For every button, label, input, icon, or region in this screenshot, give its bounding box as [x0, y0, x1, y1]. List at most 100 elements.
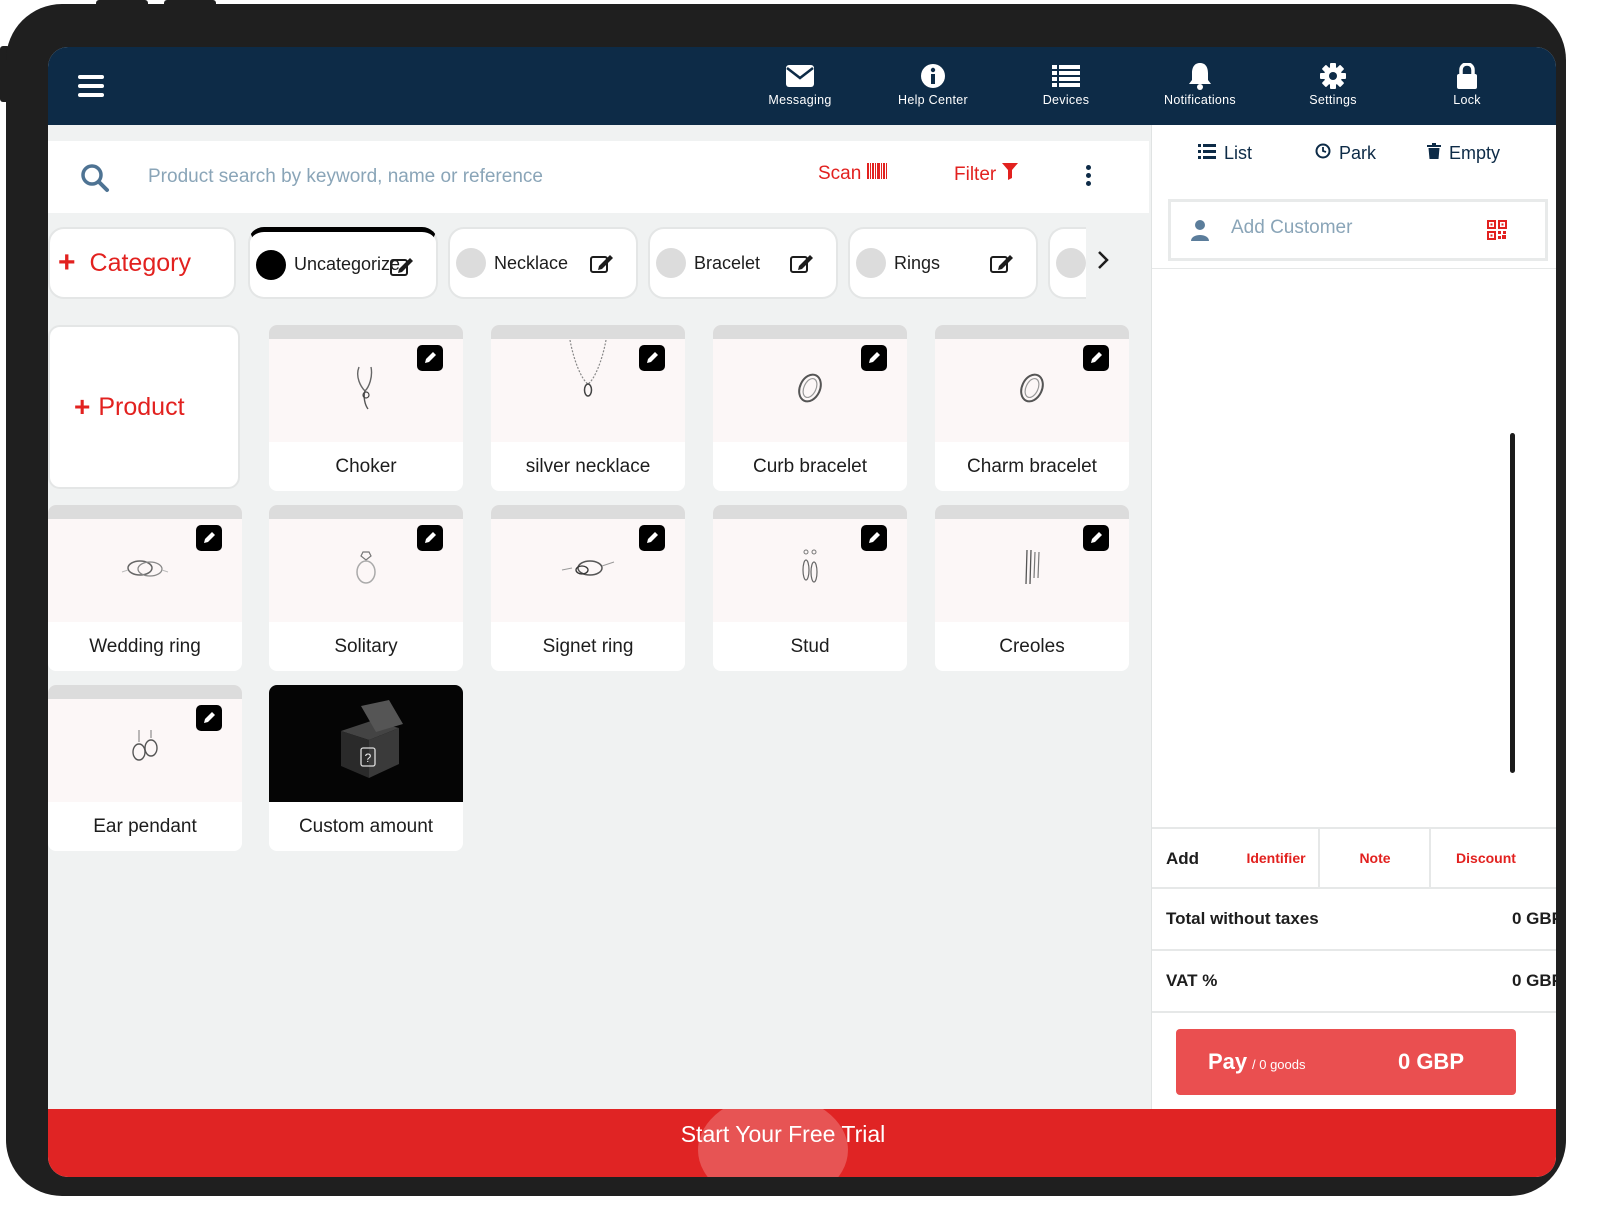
product-image — [713, 505, 907, 622]
nav-label: Lock — [1453, 93, 1481, 107]
add-customer-field[interactable]: Add Customer — [1168, 199, 1548, 261]
category-chip-bracelet[interactable]: Bracelet — [648, 227, 838, 299]
edit-product-icon[interactable] — [1083, 525, 1109, 551]
edit-product-icon[interactable] — [417, 345, 443, 371]
choker-icon — [351, 363, 381, 418]
cart-panel: List Park Empty Add Customer Add Identif… — [1151, 125, 1556, 1141]
edit-icon[interactable] — [990, 253, 1014, 278]
list-label: List — [1224, 143, 1253, 163]
edit-icon[interactable] — [590, 253, 614, 278]
edit-product-icon[interactable] — [1083, 345, 1109, 371]
category-color-dot — [256, 249, 286, 280]
add-category-button[interactable]: + Category — [48, 227, 236, 299]
search-input[interactable] — [148, 159, 768, 195]
search-icon[interactable] — [80, 163, 110, 198]
tablet-frame: Messaging Help Center Devices Notificati… — [6, 4, 1566, 1196]
edit-product-icon[interactable] — [196, 525, 222, 551]
category-color-dot — [456, 248, 486, 278]
user-icon — [1191, 219, 1209, 246]
product-name: Solitary — [334, 636, 398, 657]
ring-icon — [120, 556, 170, 585]
discount-button[interactable]: Discount — [1431, 829, 1541, 887]
edit-product-icon[interactable] — [639, 525, 665, 551]
note-button[interactable]: Note — [1320, 829, 1430, 887]
product-image — [48, 685, 242, 802]
edit-product-icon[interactable] — [861, 345, 887, 371]
category-name: Bracelet — [694, 252, 761, 273]
product-image — [713, 325, 907, 442]
category-color-dot — [656, 248, 686, 278]
product-image — [935, 505, 1129, 622]
product-card-silver-necklace[interactable]: silver necklace — [491, 325, 685, 491]
gear-icon — [1278, 59, 1388, 93]
necklace-icon — [566, 339, 610, 405]
scan-button[interactable]: Scan — [818, 163, 888, 185]
nav-settings[interactable]: Settings — [1278, 59, 1388, 107]
pay-button[interactable]: Pay / 0 goods 0 GBP — [1176, 1029, 1516, 1095]
list-button[interactable]: List — [1198, 143, 1252, 164]
product-name: Ear pendant — [93, 816, 197, 837]
product-card-curb-bracelet[interactable]: Curb bracelet — [713, 325, 907, 491]
product-image — [491, 505, 685, 622]
product-image — [269, 505, 463, 622]
vat-value: 0 GBP — [1511, 971, 1556, 990]
more-options-icon[interactable] — [1083, 165, 1093, 189]
product-card-stud[interactable]: Stud — [713, 505, 907, 671]
nav-devices[interactable]: Devices — [1011, 59, 1121, 107]
category-color-dot — [856, 248, 886, 278]
qr-code-icon[interactable] — [1487, 220, 1507, 245]
product-card-choker[interactable]: Choker — [269, 325, 463, 491]
nav-messaging[interactable]: Messaging — [745, 59, 855, 107]
product-name: Stud — [790, 636, 830, 657]
add-options-row: Add Identifier Note Discount — [1152, 827, 1556, 889]
product-name: silver necklace — [525, 456, 651, 477]
category-chip-necklace[interactable]: Necklace — [448, 227, 638, 299]
add-product-button[interactable]: + Product — [48, 325, 240, 489]
product-card-solitary[interactable]: Solitary — [269, 505, 463, 671]
earring-icon — [130, 728, 160, 773]
cart-scrollbar[interactable] — [1510, 433, 1515, 773]
empty-button[interactable]: Empty — [1427, 143, 1500, 164]
nav-lock[interactable]: Lock — [1412, 59, 1522, 107]
bracelet-icon — [795, 370, 825, 411]
nav-help-center[interactable]: Help Center — [878, 59, 988, 107]
product-image: ? — [269, 685, 463, 802]
category-name: Necklace — [494, 252, 569, 273]
product-name: Wedding ring — [89, 636, 201, 657]
nav-label: Devices — [1042, 93, 1090, 107]
category-chip-partial[interactable] — [1048, 227, 1086, 299]
filter-button[interactable]: Filter — [954, 163, 1019, 186]
product-card-signet-ring[interactable]: Signet ring — [491, 505, 685, 671]
edit-product-icon[interactable] — [417, 525, 443, 551]
edit-product-icon[interactable] — [639, 345, 665, 371]
nav-label: Notifications — [1164, 93, 1236, 107]
nav-label: Help Center — [898, 93, 968, 107]
free-trial-banner[interactable]: Start Your Free Trial — [48, 1109, 1556, 1177]
envelope-icon — [745, 59, 855, 93]
edit-product-icon[interactable] — [196, 705, 222, 731]
list-icon — [1198, 143, 1216, 164]
product-card-charm-bracelet[interactable]: Charm bracelet — [935, 325, 1129, 491]
category-chip-rings[interactable]: Rings — [848, 227, 1038, 299]
category-chip-uncategorized[interactable]: Uncategorized — [248, 227, 438, 299]
product-name: Signet ring — [542, 636, 634, 657]
product-card-ear-pendant[interactable]: Ear pendant — [48, 685, 242, 851]
product-card-custom-amount[interactable]: ? Custom amount — [269, 685, 463, 851]
chevron-right-icon[interactable] — [1096, 249, 1110, 276]
edit-icon[interactable] — [390, 256, 414, 281]
earring-icon — [1022, 548, 1042, 593]
product-name: Charm bracelet — [967, 456, 1097, 477]
nav-notifications[interactable]: Notifications — [1145, 59, 1255, 107]
menu-icon[interactable] — [78, 75, 104, 97]
top-navigation-bar: Messaging Help Center Devices Notificati… — [48, 47, 1556, 125]
identifier-button[interactable]: Identifier — [1222, 829, 1330, 887]
plus-icon: + — [74, 391, 91, 422]
edit-product-icon[interactable] — [861, 525, 887, 551]
plus-icon: + — [58, 246, 76, 279]
park-button[interactable]: Park — [1315, 143, 1376, 164]
free-trial-label: Start Your Free Trial — [680, 1121, 886, 1147]
product-card-wedding-ring[interactable]: Wedding ring — [48, 505, 242, 671]
edit-icon[interactable] — [790, 253, 814, 278]
product-card-creoles[interactable]: Creoles — [935, 505, 1129, 671]
category-row: + Category Uncategorized Necklace Bracel… — [48, 227, 1149, 301]
